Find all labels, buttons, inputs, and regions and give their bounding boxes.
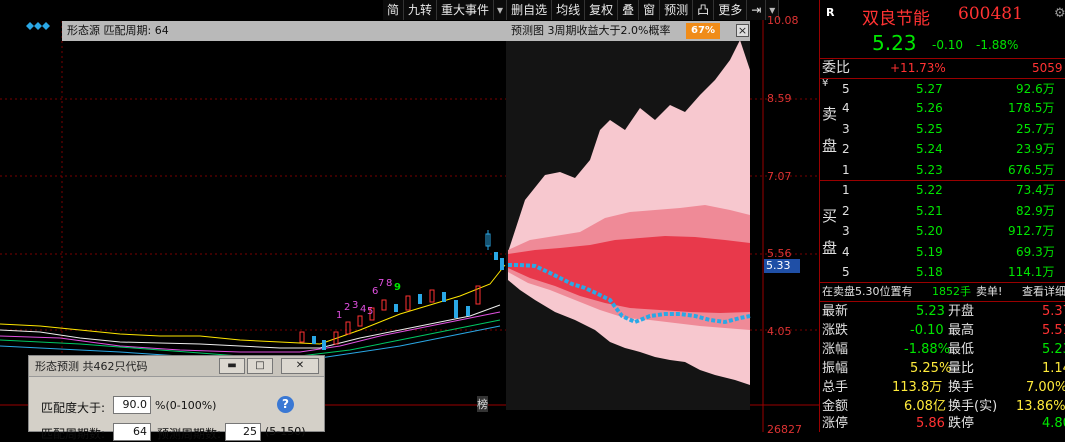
expand-icon[interactable]: ⇥ bbox=[747, 0, 767, 20]
simple-button[interactable]: 简 bbox=[383, 0, 405, 20]
stock-name: 双良节能 bbox=[862, 9, 930, 29]
period-input[interactable]: 64 bbox=[113, 423, 151, 441]
queue-text: 在卖盘5.30位置有 bbox=[822, 285, 913, 298]
close-icon[interactable]: × bbox=[736, 24, 749, 37]
overlay-button[interactable]: 叠 bbox=[618, 0, 640, 20]
probability-badge: 67% bbox=[686, 23, 720, 39]
price-marker: 5.33 bbox=[764, 259, 800, 273]
queue-volume: 1852手 bbox=[932, 285, 971, 298]
chevron-down-icon[interactable]: ▾ bbox=[494, 0, 508, 20]
top-toolbar: 简 九转 重大事件 ▾ 删自选 均线 复权 叠 窗 预测 凸 更多 ⇥ ▾ bbox=[383, 0, 780, 20]
nine-turn-labels: 1 2 3 4 5 6 7 8 9 bbox=[336, 278, 401, 321]
lock-icon[interactable]: 凸 bbox=[693, 0, 715, 20]
predict-period-input[interactable]: 25 bbox=[225, 423, 261, 441]
help-icon[interactable]: ? bbox=[277, 396, 294, 413]
last-price: 5.23 bbox=[872, 31, 917, 55]
period-label: 匹配周期数: bbox=[41, 427, 106, 441]
weibi-value: +11.73% bbox=[890, 61, 946, 75]
major-events-button[interactable]: 重大事件 bbox=[437, 0, 495, 20]
r-badge: R bbox=[826, 6, 835, 19]
match-label: 匹配度大于: bbox=[41, 401, 106, 415]
quote-panel: R 双良节能 600481 ⚙ 5.23 -0.10 -1.88% 委比 +11… bbox=[819, 0, 1065, 432]
nine-turn-button[interactable]: 九转 bbox=[404, 0, 438, 20]
diamond-markers bbox=[26, 22, 50, 30]
pattern-source-bar: 形态源 匹配周期: 64 bbox=[62, 21, 506, 41]
dialog-title[interactable]: 形态预测 共462只代码 bbox=[29, 356, 324, 377]
match-unit: %(0-100%) bbox=[155, 399, 217, 412]
queue-type: 卖单! bbox=[976, 285, 1003, 298]
close-icon[interactable]: ✕ bbox=[281, 358, 319, 374]
predict-button[interactable]: 预测 bbox=[660, 0, 694, 20]
price-change-pct: -1.88% bbox=[976, 38, 1019, 52]
weibi-label: 委比 bbox=[822, 60, 850, 76]
view-detail-link[interactable]: 查看详细 bbox=[1022, 282, 1065, 301]
minimize-icon[interactable]: ▬ bbox=[219, 358, 245, 374]
weibi-diff: 5059 bbox=[1032, 61, 1063, 75]
pattern-predict-dialog[interactable]: 形态预测 共462只代码 ▬ □ ✕ 匹配度大于: 90.0 %(0-100%)… bbox=[28, 355, 325, 441]
rank-label[interactable]: 榜 bbox=[477, 396, 488, 412]
remove-watchlist-button[interactable]: 删自选 bbox=[507, 0, 553, 20]
price-change: -0.10 bbox=[932, 38, 964, 52]
match-input[interactable]: 90.0 bbox=[113, 396, 151, 414]
predict-period-label: 预测周期数: bbox=[157, 427, 222, 441]
adjust-button[interactable]: 复权 bbox=[585, 0, 619, 20]
moving-average-button[interactable]: 均线 bbox=[552, 0, 586, 20]
window-button[interactable]: 窗 bbox=[639, 0, 661, 20]
maximize-icon[interactable]: □ bbox=[247, 358, 273, 374]
stock-code: 600481 bbox=[958, 4, 1023, 24]
more-button[interactable]: 更多 bbox=[714, 0, 748, 20]
gear-icon[interactable]: ⚙ bbox=[1054, 6, 1065, 21]
